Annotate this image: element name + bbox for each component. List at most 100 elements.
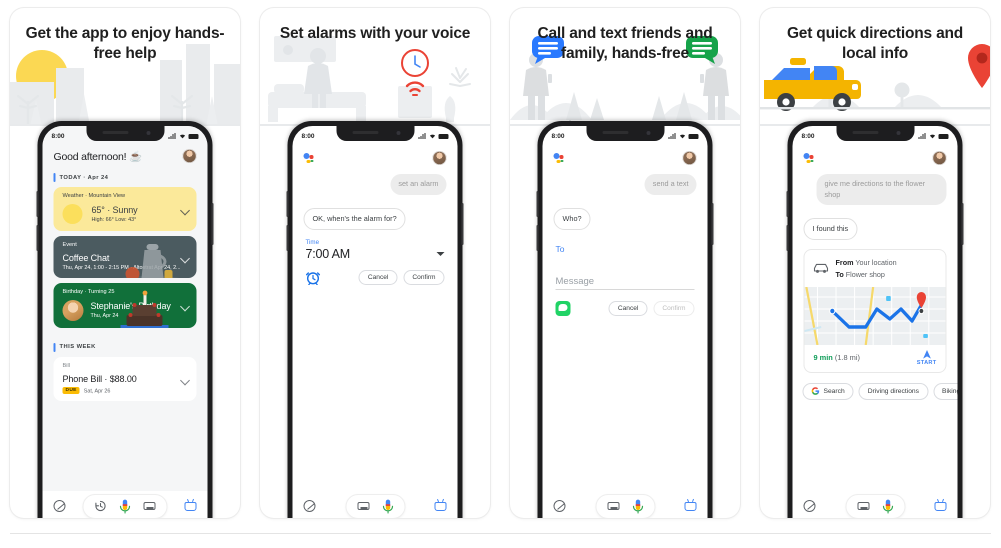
- assistant-header: [293, 143, 458, 165]
- eta-time: 9 min: [813, 353, 833, 363]
- navigation-arrow-icon: [922, 349, 931, 359]
- signal-bars-icon: [418, 133, 426, 139]
- google-mic-icon[interactable]: [382, 499, 393, 514]
- wifi-icon: [429, 134, 435, 139]
- coffee-pot-illustration: [124, 244, 177, 278]
- assistant-feed: 8:00 Good afternoon! ☕ TODAY · Apr 24 We…: [42, 126, 208, 518]
- keyboard-icon[interactable]: [857, 502, 869, 510]
- card-kicker: Bill: [62, 362, 70, 369]
- taxi-car: [764, 58, 861, 111]
- google-assistant-dots-icon: [803, 152, 817, 165]
- explore-icon[interactable]: [553, 500, 566, 512]
- bottom-nav-1: [42, 491, 208, 518]
- snapshot-icon[interactable]: [934, 501, 947, 511]
- explore-icon[interactable]: [53, 500, 66, 512]
- google-assistant-dots-icon: [303, 152, 317, 165]
- cancel-button[interactable]: Cancel: [358, 270, 398, 286]
- screenshot-panel-1: Get the app to enjoy hands-free help 8:0…: [10, 8, 240, 518]
- user-message-bubble: send a text: [644, 174, 697, 195]
- chip-search[interactable]: Search: [802, 382, 854, 400]
- caret-down-icon[interactable]: [436, 252, 445, 257]
- screenshot-panel-3: Call and text friends and family, hands-…: [510, 8, 740, 518]
- user-message-bubble: give me directions to the flower shop: [816, 174, 947, 206]
- greeting-text: Good afternoon! ☕: [53, 150, 143, 163]
- card-kicker: Weather · Mountain View: [62, 193, 126, 199]
- snapshot-icon[interactable]: [684, 501, 697, 511]
- screenshot-panel-2: Set alarms with your voice 8:00 set an a…: [260, 8, 490, 518]
- battery-icon: [188, 133, 199, 139]
- car-icon: [813, 263, 829, 273]
- snapshot-icon[interactable]: [184, 501, 197, 511]
- card-subtitle: Sat, Apr 26: [83, 387, 111, 394]
- map-route-preview[interactable]: [804, 286, 946, 345]
- status-time: 8:00: [801, 132, 815, 140]
- time-field[interactable]: Time 7:00 AM: [293, 230, 458, 261]
- alarm-clock-icon: [305, 272, 321, 286]
- section-label: THIS WEEK: [59, 344, 96, 350]
- birthday-cake-illustration: [120, 290, 169, 328]
- to-value: Flower shop: [845, 269, 885, 279]
- phone-mockup-3: 8:00 send a text Who? To Message Cancel …: [536, 121, 714, 518]
- google-mic-icon[interactable]: [119, 499, 131, 514]
- start-navigation-button[interactable]: START: [917, 349, 937, 366]
- keyboard-icon[interactable]: [607, 502, 619, 510]
- panel-headline: Get the app to enjoy hands-free help: [25, 25, 225, 62]
- keyboard-icon[interactable]: [143, 502, 156, 510]
- phone-notch: [336, 126, 414, 141]
- google-mic-icon[interactable]: [882, 499, 893, 514]
- user-avatar[interactable]: [682, 151, 697, 165]
- wifi-icon: [929, 134, 935, 139]
- chip-biking-directions[interactable]: Biking d: [933, 382, 958, 400]
- user-avatar[interactable]: [932, 151, 947, 165]
- bill-card[interactable]: Bill Phone Bill · $88.00 DUE Sat, Apr 26: [53, 356, 197, 402]
- time-field-label: Time: [305, 238, 320, 246]
- signal-bars-icon: [168, 133, 176, 139]
- section-header-this-week: THIS WEEK: [43, 333, 208, 357]
- google-mic-icon[interactable]: [632, 499, 643, 514]
- wifi-icon: [179, 134, 185, 139]
- keyboard-icon[interactable]: [357, 502, 369, 510]
- explore-icon[interactable]: [303, 500, 316, 512]
- screenshot-panel-4: Get quick directions and local info 8:00: [760, 8, 990, 518]
- nav-pill: [82, 493, 168, 518]
- card-title: 65° · Sunny: [91, 205, 138, 216]
- from-value: Your location: [855, 258, 897, 268]
- confirm-button: Confirm: [653, 300, 695, 316]
- suggestion-chips: Search Driving directions Biking d: [793, 382, 958, 400]
- user-avatar[interactable]: [432, 151, 447, 165]
- explore-icon[interactable]: [803, 500, 816, 512]
- status-time: 8:00: [301, 132, 315, 140]
- nav-pill: [845, 493, 905, 518]
- history-icon[interactable]: [95, 500, 107, 512]
- signal-bars-icon: [668, 133, 676, 139]
- user-message-bubble: set an alarm: [390, 174, 447, 195]
- eta-distance: (1.8 mi): [834, 353, 860, 363]
- sun-icon: [62, 204, 83, 224]
- user-avatar[interactable]: [182, 149, 197, 163]
- event-card[interactable]: Event Coffee Chat Thu, Apr 24, 1:00 - 2:…: [53, 236, 197, 278]
- google-g-icon: [811, 387, 820, 396]
- card-title: Phone Bill · $88.00: [62, 373, 137, 384]
- weather-card[interactable]: Weather · Mountain View 65° · Sunny High…: [53, 187, 197, 231]
- bottom-nav-3: [542, 491, 708, 518]
- status-time: 8:00: [51, 132, 65, 140]
- panel-headline: Set alarms with your voice: [279, 25, 471, 42]
- battery-icon: [688, 133, 699, 139]
- cancel-button[interactable]: Cancel: [608, 300, 648, 316]
- message-input[interactable]: Message: [555, 276, 695, 290]
- birthday-card[interactable]: Birthday · Turning 25 Stephanie's Birthd…: [53, 282, 197, 328]
- chip-label: Driving directions: [867, 387, 919, 395]
- snapshot-icon[interactable]: [434, 501, 447, 511]
- directions-card[interactable]: From Your location To Flower shop 9 min …: [803, 249, 947, 373]
- battery-icon: [938, 133, 949, 139]
- chip-driving-directions[interactable]: Driving directions: [858, 382, 928, 400]
- from-label: From: [835, 258, 854, 268]
- assistant-message-bubble: OK, when's the alarm for?: [303, 207, 406, 230]
- to-label: To: [835, 269, 844, 279]
- phone-mockup-1: 8:00 Good afternoon! ☕ TODAY · Apr 24 We…: [36, 121, 214, 518]
- assistant-header: [543, 143, 708, 165]
- greeting-row: Good afternoon! ☕: [43, 143, 208, 163]
- confirm-button[interactable]: Confirm: [403, 270, 445, 286]
- phone-mockup-4: 8:00 give me directions to the flower sh…: [786, 121, 964, 518]
- to-field[interactable]: To: [543, 230, 708, 254]
